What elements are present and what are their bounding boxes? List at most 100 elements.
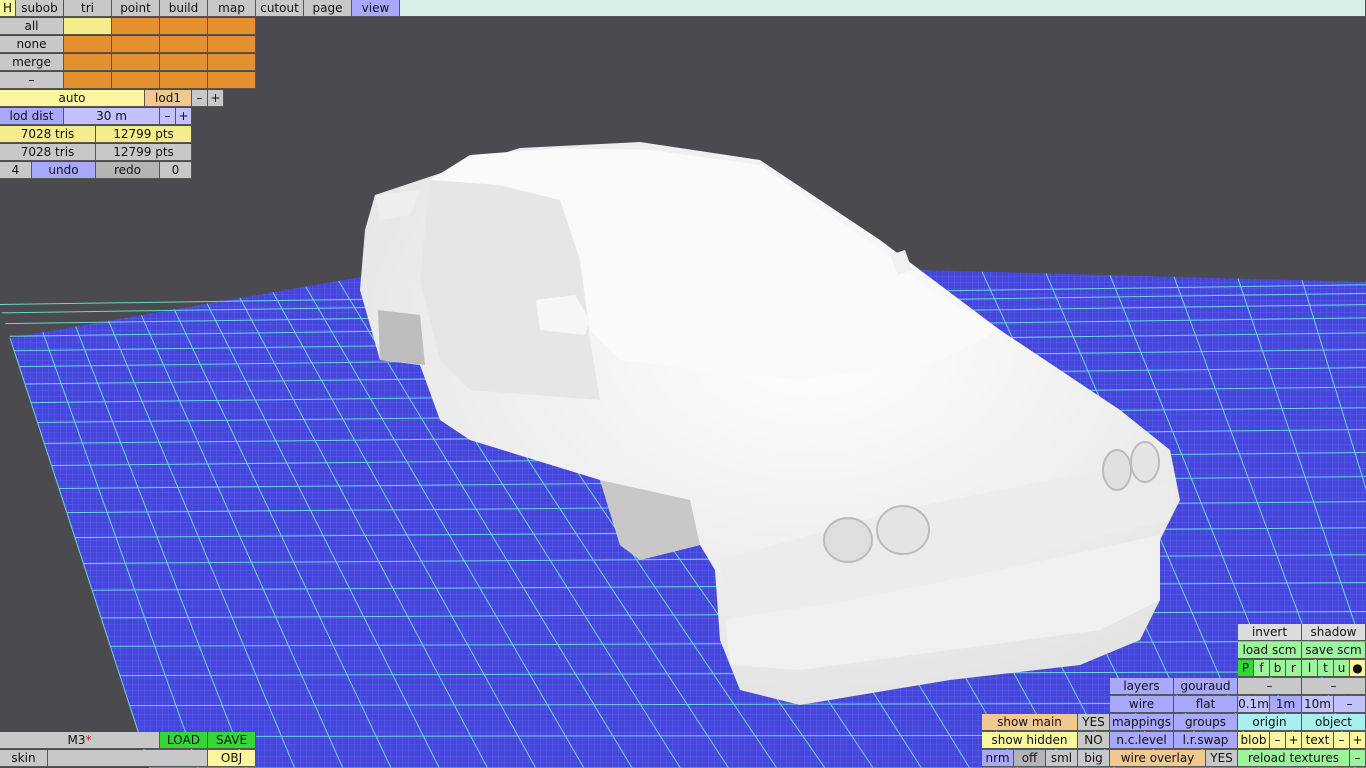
menu-item-map[interactable]: map: [208, 0, 256, 17]
lod-dist-value: 30 m: [64, 108, 160, 125]
menu-bar-filler: [400, 0, 1366, 17]
selection-cell[interactable]: [112, 36, 160, 53]
normals-sml-button[interactable]: sml: [1046, 750, 1078, 767]
flag-toggle-6[interactable]: u: [1334, 660, 1350, 677]
selection-cell[interactable]: [208, 72, 256, 89]
grid-1m-button[interactable]: 1m: [1270, 696, 1302, 713]
gouraud-button[interactable]: gouraud: [1174, 678, 1238, 695]
show-main-button[interactable]: show main: [982, 714, 1078, 731]
normals-big-button[interactable]: big: [1078, 750, 1110, 767]
grid-10m-button[interactable]: 10m: [1302, 696, 1334, 713]
reload-textures-minus-button[interactable]: –: [1350, 750, 1366, 767]
dash-button-2[interactable]: –: [1302, 678, 1366, 695]
normals-nrm-button[interactable]: nrm: [982, 750, 1014, 767]
undo-button[interactable]: undo: [32, 162, 96, 179]
selection-cell[interactable]: [208, 18, 256, 35]
menu-item-build[interactable]: build: [160, 0, 208, 17]
save-scm-button[interactable]: save scm: [1302, 642, 1366, 659]
lod-dist-label: lod dist: [0, 108, 64, 125]
object-button[interactable]: object: [1302, 714, 1366, 731]
grid-minus-button[interactable]: –: [1334, 696, 1366, 713]
skin-field[interactable]: [48, 750, 208, 767]
show-hidden-value[interactable]: NO: [1078, 732, 1110, 749]
select-row-all[interactable]: all: [0, 18, 64, 35]
stats-tris-2: 7028 tris: [0, 144, 96, 161]
select-row-none[interactable]: none: [0, 36, 64, 53]
wire-overlay-value[interactable]: YES: [1206, 750, 1238, 767]
dash-button-1[interactable]: –: [1238, 678, 1302, 695]
redo-count: 0: [160, 162, 192, 179]
redo-button[interactable]: redo: [96, 162, 160, 179]
normals-off-button[interactable]: off: [1014, 750, 1046, 767]
obj-button[interactable]: OBJ: [208, 750, 256, 767]
lod-level-button[interactable]: lod1: [145, 90, 192, 107]
3d-viewport[interactable]: [0, 0, 1366, 768]
selection-cell[interactable]: [64, 36, 112, 53]
flag-toggle-0[interactable]: P: [1238, 660, 1254, 677]
model-name: M3: [67, 733, 86, 747]
blob-label: blob: [1238, 732, 1270, 749]
mappings-button[interactable]: mappings: [1110, 714, 1174, 731]
flag-toggle-3[interactable]: r: [1286, 660, 1302, 677]
flag-toggle-5[interactable]: t: [1318, 660, 1334, 677]
menu-item-tri[interactable]: tri: [64, 0, 112, 17]
load-button[interactable]: LOAD: [160, 732, 208, 749]
grid-0-1m-button[interactable]: 0.1m: [1238, 696, 1270, 713]
groups-button[interactable]: groups: [1174, 714, 1238, 731]
lod-dist-plus-button[interactable]: +: [176, 108, 192, 125]
wire-button[interactable]: wire: [1110, 696, 1174, 713]
text-label: text: [1302, 732, 1334, 749]
menu-item-page[interactable]: page: [304, 0, 352, 17]
flag-toggle-4[interactable]: l: [1302, 660, 1318, 677]
menu-item-cutout[interactable]: cutout: [256, 0, 304, 17]
menu-item-subob[interactable]: subob: [16, 0, 64, 17]
show-main-value[interactable]: YES: [1078, 714, 1110, 731]
selection-cell[interactable]: [160, 72, 208, 89]
selection-cell[interactable]: [112, 18, 160, 35]
selection-cell[interactable]: [208, 54, 256, 71]
flag-toggle-2[interactable]: b: [1270, 660, 1286, 677]
flat-button[interactable]: flat: [1174, 696, 1238, 713]
invert-button[interactable]: invert: [1238, 624, 1302, 641]
menu-item-point[interactable]: point: [112, 0, 160, 17]
selection-cell[interactable]: [160, 18, 208, 35]
selection-cell[interactable]: [160, 36, 208, 53]
reload-textures-button[interactable]: reload textures: [1238, 750, 1350, 767]
select-row-merge[interactable]: merge: [0, 54, 64, 71]
lod-plus-button[interactable]: +: [208, 90, 224, 107]
blob-plus-button[interactable]: +: [1286, 732, 1302, 749]
selection-cell[interactable]: [64, 72, 112, 89]
shadow-button[interactable]: shadow: [1302, 624, 1366, 641]
flag-toggle-7[interactable]: ●: [1350, 660, 1366, 677]
selection-cell[interactable]: [64, 54, 112, 71]
stats-pts-1: 12799 pts: [96, 126, 192, 143]
show-hidden-button[interactable]: show hidden: [982, 732, 1078, 749]
lod-auto-button[interactable]: auto: [0, 90, 145, 107]
selection-cell[interactable]: [112, 54, 160, 71]
lod-minus-button[interactable]: –: [192, 90, 208, 107]
model-name-field[interactable]: M3*: [0, 732, 160, 749]
lr-swap-button[interactable]: l.r.swap: [1174, 732, 1238, 749]
text-plus-button[interactable]: +: [1350, 732, 1366, 749]
wire-overlay-button[interactable]: wire overlay: [1110, 750, 1206, 767]
select-row-dash[interactable]: –: [0, 72, 64, 89]
load-scm-button[interactable]: load scm: [1238, 642, 1302, 659]
save-button[interactable]: SAVE: [208, 732, 256, 749]
selection-cell[interactable]: [160, 54, 208, 71]
undo-count: 4: [0, 162, 32, 179]
blob-minus-button[interactable]: –: [1270, 732, 1286, 749]
lod-dist-minus-button[interactable]: –: [160, 108, 176, 125]
layers-button[interactable]: layers: [1110, 678, 1174, 695]
flag-toggle-1[interactable]: f: [1254, 660, 1270, 677]
modified-mark: *: [85, 733, 92, 747]
nc-level-button[interactable]: n.c.level: [1110, 732, 1174, 749]
selection-cell[interactable]: [112, 72, 160, 89]
skin-label: skin: [0, 750, 48, 767]
stats-pts-2: 12799 pts: [96, 144, 192, 161]
selection-cell[interactable]: [208, 36, 256, 53]
menu-item-view[interactable]: view: [352, 0, 400, 17]
text-minus-button[interactable]: –: [1334, 732, 1350, 749]
menu-item-h[interactable]: H: [0, 0, 16, 17]
origin-button[interactable]: origin: [1238, 714, 1302, 731]
selection-cell[interactable]: [64, 18, 112, 35]
